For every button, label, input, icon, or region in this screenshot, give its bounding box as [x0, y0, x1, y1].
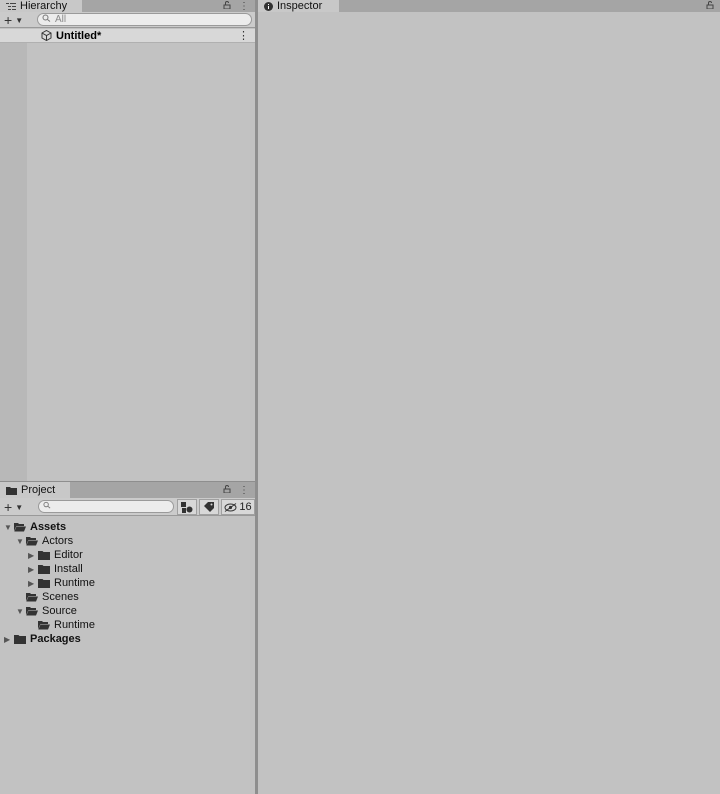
tree-item-editor[interactable]: ▶ Editor: [28, 548, 83, 562]
tree-item-packages[interactable]: ▶ Packages: [4, 632, 81, 646]
search-by-type-button[interactable]: [177, 499, 197, 515]
create-button[interactable]: + ▼: [4, 12, 30, 28]
chevron-down-icon: ▼: [15, 15, 24, 25]
project-toolbar: + ▼ 16: [0, 498, 255, 516]
folder-icon: [38, 564, 50, 574]
tree-item-install[interactable]: ▶ Install: [28, 562, 83, 576]
tab-inspector[interactable]: Inspector: [258, 0, 339, 12]
expand-arrow-icon[interactable]: ▶: [28, 565, 38, 574]
shapes-icon: [181, 501, 193, 513]
tree-item-actors[interactable]: ▼ Actors: [16, 534, 73, 548]
hidden-count: 16: [239, 501, 252, 513]
lock-icon[interactable]: [223, 484, 231, 496]
project-panel: Project ⋮ + ▼ 16 ▼ Assets ▼ Actors ▶ Edi…: [0, 482, 255, 794]
tree-item-runtime[interactable]: ▶ Runtime: [28, 576, 95, 590]
scene-name: Untitled*: [56, 29, 102, 42]
folder-icon: [38, 550, 50, 560]
inspector-panel: Inspector: [258, 0, 720, 794]
kebab-menu-icon[interactable]: ⋮: [239, 1, 249, 12]
expand-arrow-icon[interactable]: ▼: [16, 537, 26, 546]
expand-arrow-icon[interactable]: ▶: [28, 579, 38, 588]
hierarchy-toolbar: + ▼ All: [0, 12, 255, 28]
folder-open-icon: [26, 606, 38, 616]
tree-item-scenes[interactable]: Scenes: [26, 590, 79, 604]
tree-item-source[interactable]: ▼ Source: [16, 604, 77, 618]
tree-item-assets[interactable]: ▼ Assets: [4, 520, 66, 534]
expand-arrow-icon[interactable]: ▼: [16, 607, 26, 616]
folder-open-icon: [26, 592, 38, 602]
search-by-label-button[interactable]: [199, 499, 219, 515]
info-icon: [264, 1, 273, 11]
create-button[interactable]: + ▼: [4, 499, 30, 515]
tab-project[interactable]: Project: [0, 482, 70, 498]
plus-icon: +: [4, 12, 13, 28]
folder-open-icon: [26, 536, 38, 546]
tab-label: Project: [21, 484, 56, 496]
hierarchy-panel: Hierarchy ⋮ + ▼ All Untitled* ⋮: [0, 0, 255, 481]
project-search-input[interactable]: [38, 500, 174, 513]
list-icon: [6, 2, 16, 11]
hidden-packages-toggle[interactable]: 16: [221, 499, 255, 515]
tab-label: Hierarchy: [20, 0, 68, 12]
inspector-tabbar: Inspector: [258, 0, 720, 12]
folder-open-icon: [38, 620, 50, 630]
eye-slash-icon: [224, 502, 237, 512]
hierarchy-search-input[interactable]: All: [37, 13, 252, 26]
hierarchy-tabbar: Hierarchy ⋮: [0, 0, 255, 12]
hierarchy-gutter: [0, 43, 27, 481]
expand-arrow-icon[interactable]: ▶: [28, 551, 38, 560]
inspector-content: [258, 12, 720, 794]
tab-hierarchy[interactable]: Hierarchy: [0, 0, 82, 12]
unity-scene-icon: [41, 30, 52, 41]
lock-icon[interactable]: [706, 0, 714, 12]
kebab-menu-icon[interactable]: ⋮: [239, 485, 249, 496]
folder-open-icon: [14, 522, 26, 532]
chevron-down-icon: ▼: [15, 502, 24, 512]
tree-item-source-runtime[interactable]: Runtime: [38, 618, 95, 632]
folder-icon: [14, 634, 26, 644]
folder-icon: [38, 578, 50, 588]
lock-icon[interactable]: [223, 0, 231, 12]
folder-icon: [6, 486, 17, 495]
plus-icon: +: [4, 499, 13, 515]
search-icon: [43, 501, 51, 512]
search-placeholder: All: [55, 14, 67, 25]
scene-row[interactable]: Untitled* ⋮: [0, 29, 255, 43]
project-tabbar: Project ⋮: [0, 482, 255, 498]
expand-arrow-icon[interactable]: ▶: [4, 635, 14, 644]
tab-label: Inspector: [277, 0, 323, 12]
kebab-menu-icon[interactable]: ⋮: [238, 29, 249, 42]
search-icon: [42, 14, 51, 25]
expand-arrow-icon[interactable]: ▼: [4, 523, 14, 532]
tag-icon: [203, 502, 214, 512]
